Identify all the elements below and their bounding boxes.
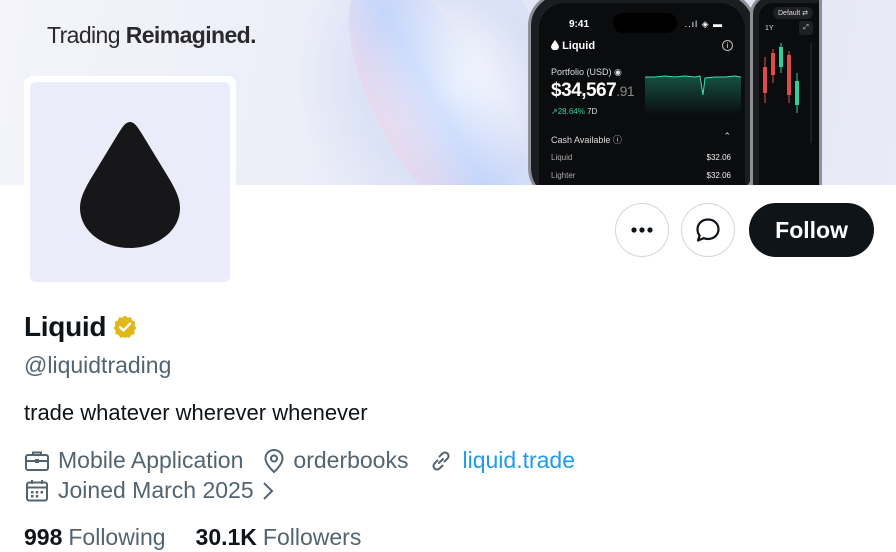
profile-joined-label: Joined March 2025 xyxy=(58,477,254,503)
cash-available-label: Cash Available ⓘ xyxy=(551,135,622,145)
following-label: Following xyxy=(68,524,166,550)
tagline-regular: Trading xyxy=(47,22,121,48)
droplet-logo-icon xyxy=(80,122,180,248)
cash-row-value: $32.06 xyxy=(706,171,731,180)
profile-location: orderbooks xyxy=(263,447,408,474)
portfolio-change-period: 7D xyxy=(587,107,598,116)
profile-joined[interactable]: Joined March 2025 xyxy=(24,477,284,504)
profile-name: Liquid xyxy=(24,311,107,342)
followers-count: 30.1K xyxy=(195,524,257,550)
profile-stats: 998 Following 30.1K Followers xyxy=(24,524,361,551)
following-count: 998 xyxy=(24,524,63,550)
profile-bio: trade whatever wherever whenever xyxy=(24,400,368,425)
chevron-up-icon: ⌃ xyxy=(723,131,731,141)
cash-row: Lighter $32.06 xyxy=(551,171,731,180)
tagline-bold: Reimagined. xyxy=(125,22,257,48)
portfolio-value-main: $34,567 xyxy=(551,80,617,101)
timeframe-tab: 1Y xyxy=(765,25,774,32)
message-button[interactable] xyxy=(681,203,736,257)
verified-badge-icon[interactable] xyxy=(112,314,138,340)
profile-handle: @liquidtrading xyxy=(24,352,172,378)
portfolio-change-value: ↗28.64% xyxy=(551,107,585,116)
phone-mockup: 9:41 ..ıl ◈ ▬ Liquid i Portfolio (USD) ◉… xyxy=(528,0,756,185)
portfolio-value: $34,567.91 xyxy=(551,80,635,102)
profile-location-label: orderbooks xyxy=(293,447,409,473)
candlestick-chart xyxy=(763,43,812,143)
portfolio-label: Portfolio (USD) ◉ xyxy=(551,67,622,77)
cash-row: Liquid $32.06 xyxy=(551,153,731,162)
profile-avatar[interactable] xyxy=(24,76,236,288)
phone-mockup-secondary: Default ⇄ 1Y ⤢ xyxy=(750,0,822,185)
phone-brand-label: Liquid xyxy=(562,40,596,52)
info-icon: i xyxy=(722,40,733,51)
following-count-link[interactable]: 998 Following xyxy=(24,524,166,551)
location-pin-icon xyxy=(264,448,284,473)
phone-screen: 9:41 ..ıl ◈ ▬ Liquid i Portfolio (USD) ◉… xyxy=(539,3,745,185)
phone-status-icons: ..ıl ◈ ▬ xyxy=(684,19,723,29)
phone2-screen: Default ⇄ 1Y ⤢ xyxy=(759,3,819,185)
portfolio-value-cents: .91 xyxy=(616,83,635,99)
phone-brand: Liquid xyxy=(551,40,595,52)
droplet-icon xyxy=(551,40,559,51)
follow-button[interactable]: Follow xyxy=(749,203,874,257)
profile-category: Mobile Application xyxy=(24,447,243,474)
link-icon xyxy=(432,450,451,471)
calendar-icon xyxy=(26,479,48,501)
expand-icon: ⤢ xyxy=(799,21,813,35)
cash-row-name: Lighter xyxy=(551,171,576,180)
chat-bubble-icon xyxy=(696,218,720,242)
chevron-right-icon xyxy=(262,481,274,500)
banner-tagline: Trading Reimagined. xyxy=(47,22,256,49)
dynamic-island xyxy=(613,13,677,33)
profile-joined-row[interactable]: Joined March 2025 xyxy=(24,477,304,504)
portfolio-sparkline xyxy=(645,75,741,115)
followers-label: Followers xyxy=(262,524,362,550)
profile-website-link[interactable]: liquid.trade xyxy=(462,447,575,474)
more-dots-icon xyxy=(631,227,653,233)
cash-row-name: Liquid xyxy=(551,153,573,162)
avatar-background xyxy=(30,82,230,282)
cash-row-value: $32.06 xyxy=(706,153,731,162)
profile-actions: Follow xyxy=(615,203,874,257)
profile-category-label: Mobile Application xyxy=(58,447,244,473)
profile-meta: Mobile Application orderbooks liquid.tra… xyxy=(24,447,595,474)
phone-time: 9:41 xyxy=(569,19,590,30)
default-pill: Default ⇄ xyxy=(773,7,813,19)
more-options-button[interactable] xyxy=(615,203,670,257)
profile-website[interactable]: liquid.trade xyxy=(428,447,575,474)
portfolio-change: ↗28.64% 7D xyxy=(551,107,597,116)
briefcase-icon xyxy=(25,451,49,471)
profile-name-row: Liquid xyxy=(24,311,138,343)
followers-count-link[interactable]: 30.1K Followers xyxy=(196,524,362,551)
